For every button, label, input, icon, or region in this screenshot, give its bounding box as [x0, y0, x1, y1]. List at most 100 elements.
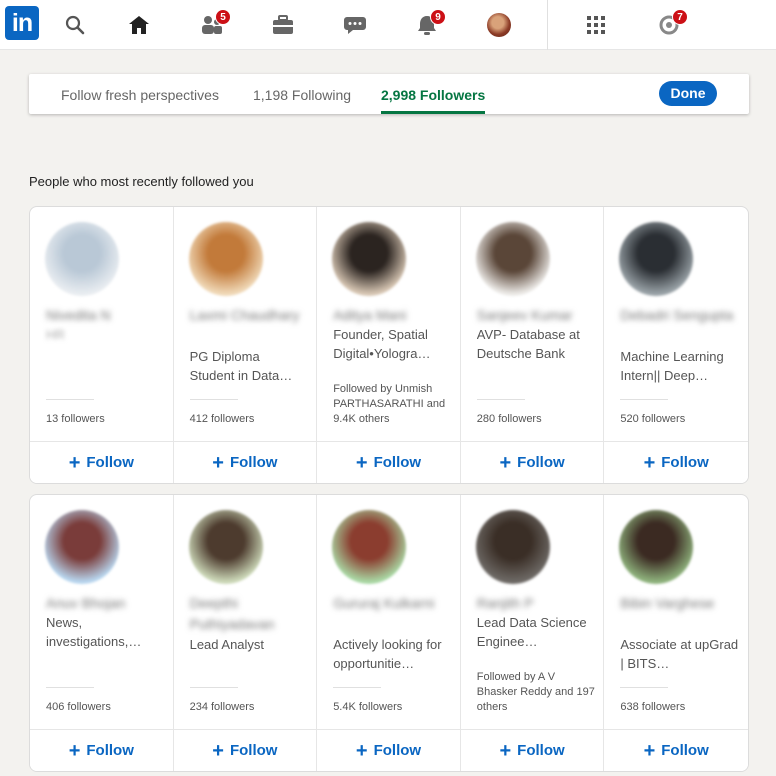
follower-avatar[interactable] [188, 510, 263, 584]
follower-name[interactable]: Nivedita N [46, 305, 164, 326]
follow-button[interactable]: + Follow [604, 441, 748, 483]
jobs-icon[interactable] [270, 12, 296, 38]
tab-following[interactable]: 1,198 Following [253, 74, 351, 114]
follower-name[interactable]: Debadri Sengupta [620, 305, 738, 326]
plus-icon: + [68, 452, 81, 474]
premium-badge: 7 [672, 9, 688, 25]
follower-count: 13 followers [46, 413, 105, 425]
follow-button-label: Follow [229, 454, 278, 471]
profile-photo [487, 13, 511, 37]
tab-follow-fresh-perspectives[interactable]: Follow fresh perspectives [61, 74, 219, 114]
follow-button-label: Follow [373, 454, 422, 471]
follower-name[interactable]: Gururaj Kulkarni [333, 593, 451, 614]
follower-card: Nivedita N HR 13 followers + Follow [30, 207, 174, 483]
follower-count: 412 followers [189, 413, 255, 425]
follower-card: Aditya Mani Founder, Spatial Digital•Yol… [317, 207, 461, 483]
premium-icon[interactable]: 7 [656, 9, 688, 38]
follow-button[interactable]: + Follow [173, 729, 317, 771]
follower-avatar[interactable] [619, 222, 694, 296]
follow-button-label: Follow [229, 742, 278, 759]
work-grid-icon[interactable] [583, 12, 609, 38]
follower-avatar[interactable] [332, 510, 407, 584]
follower-card: Laxmi Chaudhary PG Diploma Student in Da… [173, 207, 318, 483]
follower-headline: Actively looking for opportunitie… [333, 637, 442, 671]
follower-name[interactable]: Bibin Varghese [620, 593, 738, 614]
follower-avatar[interactable] [45, 222, 119, 296]
follow-button[interactable]: + Follow [460, 441, 604, 483]
done-button[interactable]: Done [659, 81, 717, 106]
followers-row-2: Anuv Bhojan News, investigations,… 406 f… [29, 494, 749, 772]
plus-icon: + [355, 452, 368, 474]
follower-card: Sanjeev Kumar AVP- Database at Deutsche … [460, 207, 605, 483]
follow-button[interactable]: + Follow [604, 729, 748, 771]
follow-tabs-bar: Follow fresh perspectives 1,198 Followin… [29, 74, 749, 114]
follower-mutual-connections: Followed by A V Bhasker Reddy and 197 ot… [476, 671, 595, 713]
my-network-icon[interactable]: 5 [199, 9, 231, 38]
follow-button[interactable]: + Follow [317, 441, 460, 483]
follower-count: 406 followers [46, 701, 111, 713]
follower-name[interactable]: Sanjeev Kumar [477, 305, 595, 326]
card-divider [620, 687, 669, 688]
follower-avatar[interactable] [45, 510, 119, 584]
follower-avatar[interactable] [619, 510, 694, 584]
follow-button[interactable]: + Follow [460, 729, 604, 771]
follow-button-label: Follow [661, 454, 709, 471]
card-divider [620, 399, 669, 400]
plus-icon: + [499, 740, 512, 762]
plus-icon: + [643, 740, 656, 762]
messaging-icon[interactable] [342, 12, 368, 38]
follower-headline: News, investigations,… [46, 615, 142, 649]
follower-count: 5.4K followers [333, 701, 403, 713]
follower-avatar[interactable] [475, 510, 550, 584]
follower-headline: Machine Learning Intern|| Deep… [620, 349, 724, 383]
follower-headline: Lead Data Science Enginee… [476, 615, 587, 649]
section-title: People who most recently followed you [29, 174, 254, 189]
follow-button-label: Follow [517, 742, 565, 759]
follower-name[interactable]: Ranjith P [477, 593, 595, 614]
follow-button-label: Follow [661, 742, 709, 759]
card-divider [189, 399, 238, 400]
follower-count: 280 followers [476, 413, 542, 425]
follow-button-label: Follow [517, 454, 565, 471]
follower-avatar[interactable] [332, 222, 407, 296]
follower-headline: AVP- Database at Deutsche Bank [476, 327, 580, 361]
nav-divider [547, 0, 548, 50]
follower-name[interactable]: Laxmi Chaudhary [190, 305, 308, 326]
follower-name[interactable]: Anuv Bhojan [46, 593, 164, 614]
tab-followers[interactable]: 2,998 Followers [381, 74, 486, 114]
follower-card: Bibin Varghese Associate at upGrad | BIT… [604, 495, 748, 771]
follower-headline: Founder, Spatial Digital•Yologra… [333, 327, 431, 361]
follow-button-label: Follow [86, 454, 134, 471]
plus-icon: + [643, 452, 656, 474]
card-divider [46, 399, 94, 400]
follow-button[interactable]: + Follow [30, 441, 173, 483]
follower-headline: HR [46, 327, 65, 342]
plus-icon: + [499, 452, 512, 474]
home-icon[interactable] [126, 12, 152, 38]
follower-card: Ranjith P Lead Data Science Enginee… Fol… [460, 495, 605, 771]
follower-card: Gururaj Kulkarni Actively looking for op… [317, 495, 461, 771]
follower-headline: Associate at upGrad | BITS… [620, 637, 739, 671]
linkedin-logo[interactable]: in [5, 6, 39, 40]
follow-button[interactable]: + Follow [173, 441, 317, 483]
notifications-bell-icon[interactable]: 9 [414, 9, 446, 38]
plus-icon: + [212, 452, 224, 474]
notifications-badge: 9 [430, 9, 446, 25]
follower-count: 234 followers [189, 701, 255, 713]
follower-avatar[interactable] [475, 222, 550, 296]
follower-mutual-connections: Followed by Unmish PARTHASARATHI and 9.4… [333, 383, 446, 425]
follow-button[interactable]: + Follow [30, 729, 173, 771]
follower-count: 638 followers [620, 701, 686, 713]
follower-headline: PG Diploma Student in Data… [189, 349, 293, 383]
follow-button-label: Follow [86, 742, 134, 759]
follower-avatar[interactable] [188, 222, 263, 296]
me-avatar[interactable] [486, 12, 512, 38]
top-nav: in 5 9 7 [0, 0, 776, 50]
follower-name[interactable]: Aditya Mani [333, 305, 451, 326]
follow-button-label: Follow [373, 742, 422, 759]
follow-button[interactable]: + Follow [317, 729, 460, 771]
search-icon[interactable] [62, 12, 88, 38]
plus-icon: + [68, 740, 81, 762]
follower-count: 520 followers [620, 413, 686, 425]
follower-name[interactable]: Deepthi Puthiyadavan [190, 593, 308, 635]
